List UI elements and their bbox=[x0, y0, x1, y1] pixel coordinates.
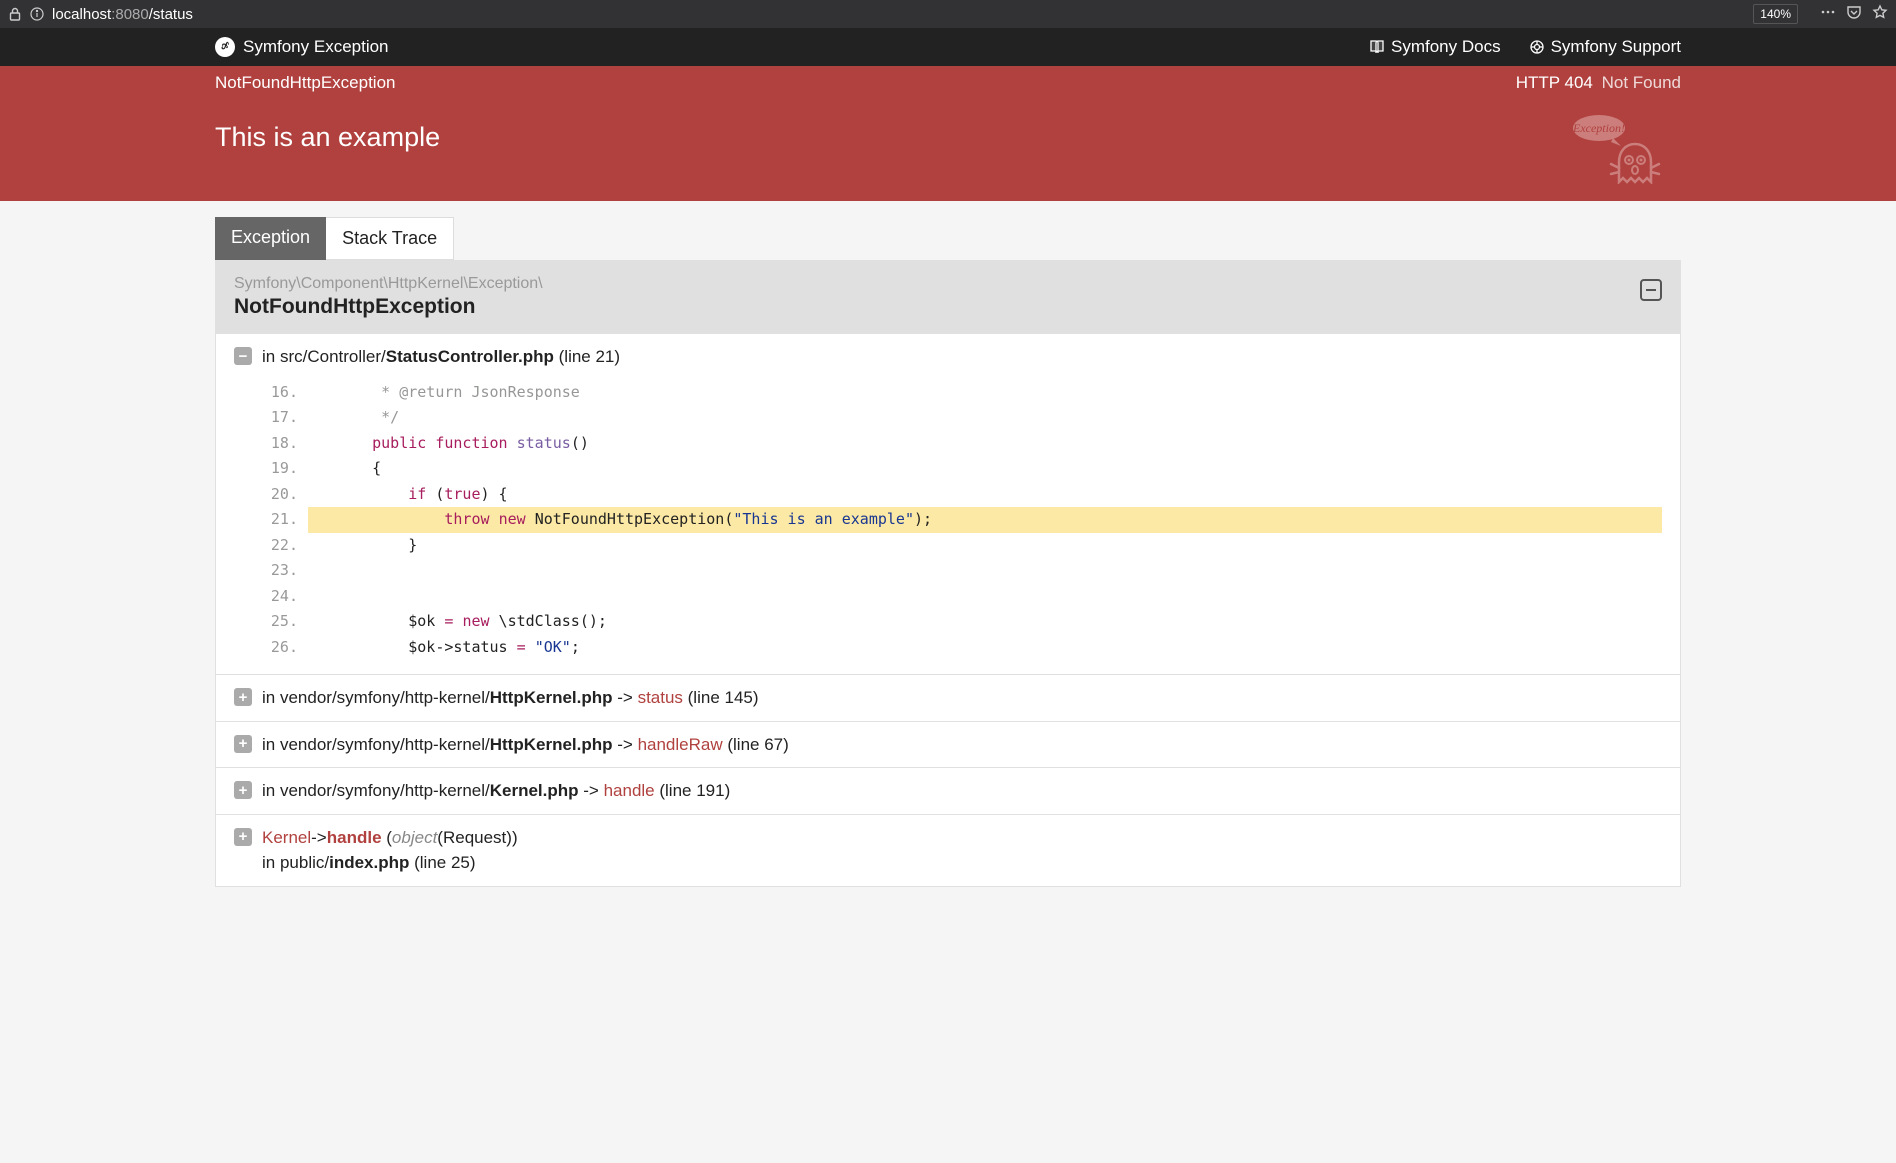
line-number: 18. bbox=[264, 431, 308, 457]
http-status-code: HTTP 404 bbox=[1516, 73, 1593, 92]
symfony-docs-link[interactable]: Symfony Docs bbox=[1369, 37, 1501, 57]
tab-stack-trace[interactable]: Stack Trace bbox=[326, 217, 454, 260]
symfony-header: Symfony Exception Symfony Docs Symfony S… bbox=[0, 28, 1896, 66]
svg-text:Exception!: Exception! bbox=[1572, 121, 1625, 135]
tab-exception[interactable]: Exception bbox=[215, 217, 326, 260]
url-display[interactable]: localhost:8080/status bbox=[52, 6, 1753, 23]
url-host: localhost bbox=[52, 6, 111, 23]
code-text: $ok = new \stdClass(); bbox=[308, 609, 1662, 635]
trace-frame: Kernel->handle (object(Request)) in publ… bbox=[216, 814, 1680, 886]
line-number: 19. bbox=[264, 456, 308, 482]
status-line: NotFoundHttpException HTTP 404 Not Found bbox=[0, 66, 1896, 100]
panel-header: Symfony\Component\HttpKernel\Exception\ … bbox=[216, 261, 1680, 333]
toggle-plus-icon[interactable] bbox=[234, 735, 252, 753]
code-text: throw new NotFoundHttpException("This is… bbox=[308, 507, 1662, 533]
support-label: Symfony Support bbox=[1551, 37, 1681, 57]
ghost-icon: Exception! bbox=[1563, 112, 1681, 189]
toggle-plus-icon[interactable] bbox=[234, 688, 252, 706]
frame-location: in vendor/symfony/http-kernel/Kernel.php… bbox=[262, 778, 730, 804]
docs-label: Symfony Docs bbox=[1391, 37, 1501, 57]
bookmark-star-icon[interactable] bbox=[1872, 4, 1888, 24]
line-number: 23. bbox=[264, 558, 308, 584]
browser-address-bar: localhost:8080/status 140% bbox=[0, 0, 1896, 28]
code-text: */ bbox=[308, 405, 1662, 431]
line-number: 25. bbox=[264, 609, 308, 635]
frame-location: in src/Controller/StatusController.php (… bbox=[262, 344, 620, 370]
line-number: 22. bbox=[264, 533, 308, 559]
toggle-plus-icon[interactable] bbox=[234, 781, 252, 799]
code-text: { bbox=[308, 456, 1662, 482]
symfony-logo-icon bbox=[215, 37, 235, 57]
code-text: } bbox=[308, 533, 1662, 559]
lock-icon bbox=[8, 6, 22, 22]
symfony-support-link[interactable]: Symfony Support bbox=[1529, 37, 1681, 57]
http-status-text: Not Found bbox=[1602, 73, 1681, 92]
line-number: 24. bbox=[264, 584, 308, 610]
code-text: * @return JsonResponse bbox=[308, 380, 1662, 406]
source-code: 16. * @return JsonResponse 17. */ 18. pu… bbox=[264, 380, 1662, 661]
trace-frame: in vendor/symfony/http-kernel/HttpKernel… bbox=[216, 721, 1680, 768]
line-number: 16. bbox=[264, 380, 308, 406]
trace-frame: in src/Controller/StatusController.php (… bbox=[216, 333, 1680, 674]
exception-classname: NotFoundHttpException bbox=[234, 295, 1662, 319]
pocket-icon[interactable] bbox=[1846, 4, 1862, 24]
url-path: /status bbox=[149, 6, 193, 23]
exception-namespace: Symfony\Component\HttpKernel\Exception\ bbox=[234, 275, 1662, 293]
exception-short-name: NotFoundHttpException bbox=[215, 73, 396, 93]
exception-message: This is an example bbox=[215, 122, 1681, 153]
toggle-plus-icon[interactable] bbox=[234, 828, 252, 846]
more-icon[interactable] bbox=[1820, 4, 1836, 24]
trace-frame: in vendor/symfony/http-kernel/Kernel.php… bbox=[216, 767, 1680, 814]
exception-panel: Symfony\Component\HttpKernel\Exception\ … bbox=[215, 260, 1681, 887]
code-text: if (true) { bbox=[308, 482, 1662, 508]
frame-location: in vendor/symfony/http-kernel/HttpKernel… bbox=[262, 732, 789, 758]
collapse-icon[interactable] bbox=[1640, 279, 1662, 301]
zoom-level[interactable]: 140% bbox=[1753, 4, 1798, 24]
trace-frame: in vendor/symfony/http-kernel/HttpKernel… bbox=[216, 674, 1680, 721]
line-number: 26. bbox=[264, 635, 308, 661]
line-number: 21. bbox=[264, 507, 308, 533]
code-text: $ok->status = "OK"; bbox=[308, 635, 1662, 661]
frame-location: in vendor/symfony/http-kernel/HttpKernel… bbox=[262, 685, 759, 711]
line-number: 17. bbox=[264, 405, 308, 431]
url-port: :8080 bbox=[111, 6, 149, 23]
tabs: Exception Stack Trace bbox=[215, 217, 1681, 260]
exception-message-band: This is an example Exception! bbox=[0, 100, 1896, 201]
info-icon bbox=[30, 6, 44, 22]
code-text: public function status() bbox=[308, 431, 1662, 457]
line-number: 20. bbox=[264, 482, 308, 508]
header-title: Symfony Exception bbox=[243, 37, 389, 57]
frame-location: Kernel->handle (object(Request)) in publ… bbox=[262, 825, 518, 876]
toggle-minus-icon[interactable] bbox=[234, 347, 252, 365]
